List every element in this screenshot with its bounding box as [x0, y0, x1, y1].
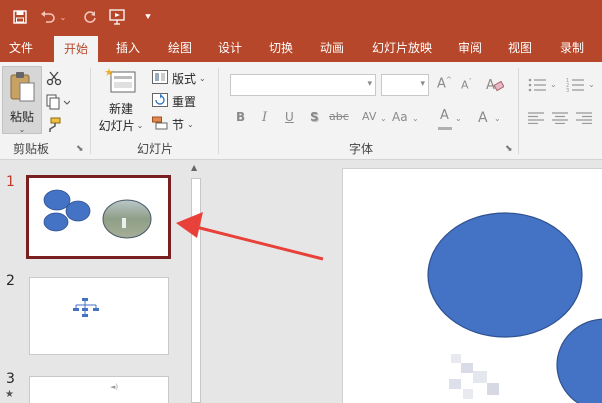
paste-button[interactable]: 粘贴 ⌄ [2, 66, 42, 134]
undo-icon[interactable] [38, 7, 58, 27]
section-label: 节 [172, 118, 185, 132]
copy-icon[interactable] [46, 94, 71, 113]
font-name-combo[interactable]: ▾ [230, 74, 376, 96]
numbering-icon[interactable]: 123 [566, 78, 586, 95]
font-size-dropdown-icon: ▾ [420, 79, 425, 89]
character-spacing-button[interactable]: AV [362, 110, 376, 123]
slide-canvas-content [427, 212, 602, 403]
slide-thumbnail-1[interactable] [26, 175, 171, 259]
increase-font-size-icon[interactable]: A^ [437, 76, 452, 91]
slide-1-preview [43, 189, 152, 239]
thumbnail-scrollbar-thumb[interactable] [191, 178, 201, 403]
layout-dropdown-icon: ⌄ [199, 74, 206, 83]
change-case-button[interactable]: Aa [392, 110, 408, 124]
tab-slideshow[interactable]: 幻灯片放映 [366, 34, 438, 62]
text-shadow-button[interactable]: S [310, 110, 319, 124]
audio-icon: ◄) [110, 383, 119, 391]
format-painter-icon[interactable] [46, 117, 62, 136]
reset-label: 重置 [172, 95, 197, 109]
underline-button[interactable]: U [285, 110, 294, 124]
tab-file[interactable]: 文件 [2, 34, 40, 62]
font-group-label: 字体 [349, 142, 374, 156]
font-size-combo[interactable]: ▾ [381, 74, 429, 96]
slide-thumbnail-2[interactable] [29, 277, 169, 355]
slide-number: 3 [6, 371, 15, 387]
font-highlight-button[interactable]: A [478, 110, 488, 126]
tab-home[interactable]: 开始 [54, 36, 98, 62]
slide-number: 1 [6, 174, 15, 190]
paste-label: 粘贴 [9, 110, 34, 124]
save-icon[interactable] [10, 7, 30, 27]
character-spacing-dropdown-icon[interactable]: ⌄ [380, 114, 387, 123]
customize-qat-icon[interactable]: ⯆ [138, 7, 158, 27]
clipboard-group-label: 剪贴板 [13, 142, 50, 156]
section-dropdown-icon: ⌄ [187, 120, 194, 129]
scroll-up-icon[interactable]: ▲ [191, 163, 197, 172]
tab-design[interactable]: 设计 [210, 34, 250, 62]
align-left-icon[interactable] [528, 112, 544, 127]
svg-text:3: 3 [566, 88, 569, 92]
new-slide-button[interactable]: 新建 幻灯片 ⌄ [96, 68, 146, 136]
bullets-dropdown-icon[interactable]: ⌄ [550, 80, 557, 89]
section-icon [152, 116, 168, 133]
font-color-glyph: A [440, 108, 449, 123]
layout-icon [152, 70, 168, 87]
start-slideshow-icon[interactable] [108, 7, 128, 27]
undo-dropdown-icon[interactable]: ⌄ [58, 7, 68, 27]
new-slide-icon [105, 68, 137, 99]
redo-icon[interactable] [80, 7, 100, 27]
decrease-font-size-icon[interactable]: Aˇ [461, 78, 472, 92]
change-case-dropdown-icon[interactable]: ⌄ [412, 114, 419, 123]
font-color-swatch [438, 127, 452, 130]
font-color-button[interactable]: A [440, 108, 449, 123]
slide-canvas[interactable] [342, 168, 602, 403]
tab-transitions[interactable]: 切换 [261, 34, 301, 62]
font-highlight-dropdown-icon[interactable]: ⌄ [494, 114, 501, 123]
tab-draw[interactable]: 绘图 [160, 34, 200, 62]
animation-marker-icon: ★ [5, 389, 14, 400]
clipboard-dialog-launcher-icon[interactable]: ⬊ [76, 144, 84, 154]
reset-button[interactable]: 重置 [152, 93, 196, 110]
strikethrough-button[interactable]: abc [329, 110, 349, 123]
font-name-dropdown-icon: ▾ [367, 79, 372, 89]
italic-button[interactable]: I [262, 110, 267, 125]
font-color-dropdown-icon[interactable]: ⌄ [455, 114, 462, 123]
paste-dropdown-icon: ⌄ [18, 125, 26, 134]
new-slide-dropdown-icon: ⌄ [136, 121, 144, 130]
reset-icon [152, 93, 168, 110]
slide-number: 2 [6, 273, 15, 289]
align-right-icon[interactable] [576, 112, 592, 127]
group-separator [218, 68, 219, 154]
layout-label: 版式 [172, 72, 197, 86]
tab-review[interactable]: 审阅 [450, 34, 490, 62]
tab-record[interactable]: 录制 [550, 34, 594, 62]
clear-formatting-icon[interactable]: A [486, 76, 505, 95]
new-slide-label-line1: 新建 [108, 102, 133, 116]
new-slide-label-line2: 幻灯片 [98, 119, 135, 133]
bullets-icon[interactable] [528, 78, 548, 95]
ribbon-home: 粘贴 ⌄ 剪贴板 ⬊ 新建 幻灯片 ⌄ 版式 ⌄ 重置 节 ⌄ 幻灯片 ▾ ▾ … [0, 62, 602, 160]
tab-insert[interactable]: 插入 [108, 34, 148, 62]
slide-thumbnail-3[interactable]: ◄) [29, 376, 169, 403]
font-dialog-launcher-icon[interactable]: ⬊ [505, 144, 513, 154]
layout-button[interactable]: 版式 ⌄ [152, 70, 206, 87]
ribbon-tabs: 文件 开始 插入 绘图 设计 切换 动画 幻灯片放映 审阅 视图 录制 [0, 34, 602, 62]
section-button[interactable]: 节 ⌄ [152, 116, 194, 133]
bold-button[interactable]: B [236, 110, 245, 124]
group-separator [518, 68, 519, 154]
numbering-dropdown-icon[interactable]: ⌄ [588, 80, 595, 89]
group-separator [90, 68, 91, 154]
clipboard-icon [8, 71, 36, 106]
quick-access-toolbar: ⌄ ⯆ [0, 0, 602, 34]
cut-icon[interactable] [46, 70, 62, 89]
svg-text:A: A [486, 78, 495, 92]
align-center-icon[interactable] [552, 112, 568, 127]
tab-animations[interactable]: 动画 [312, 34, 352, 62]
slide-2-preview [73, 298, 99, 317]
tab-view[interactable]: 视图 [500, 34, 540, 62]
slides-group-label: 幻灯片 [137, 142, 174, 156]
